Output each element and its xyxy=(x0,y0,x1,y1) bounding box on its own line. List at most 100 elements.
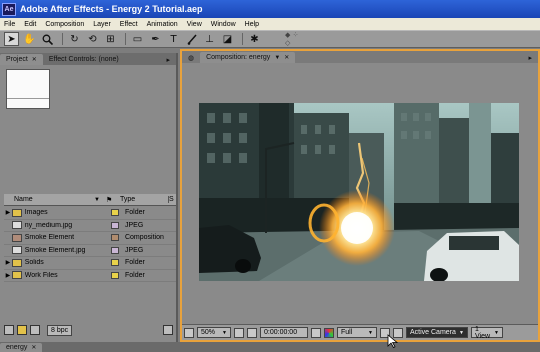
column-size-stub[interactable]: S xyxy=(168,196,176,203)
view-layout-dropdown[interactable]: 1 View ▼ xyxy=(471,326,503,340)
trash-icon[interactable] xyxy=(163,325,173,335)
column-name[interactable]: Name xyxy=(14,196,94,203)
camera-orbit-tool-icon[interactable]: ⟲ xyxy=(85,32,100,46)
label-color-swatch[interactable] xyxy=(111,259,119,267)
project-item-name: Work Files xyxy=(24,271,58,279)
eraser-tool-icon[interactable]: ◪ xyxy=(220,32,235,46)
workspace-grip-icon[interactable]: ◆ ⁘ ◇ xyxy=(285,31,300,47)
type-tool-icon[interactable]: T xyxy=(166,32,181,46)
clone-stamp-tool-icon[interactable]: ⊥ xyxy=(202,32,217,46)
project-item-row[interactable]: ▶ Work Files Folder xyxy=(4,270,176,282)
project-item-row[interactable]: ▶ Solids Folder xyxy=(4,257,176,270)
comp-dropdown-icon[interactable]: ▼ xyxy=(274,55,280,61)
column-type[interactable]: Type xyxy=(120,196,168,203)
sort-chevron-icon[interactable]: ▼ xyxy=(94,197,106,203)
close-icon[interactable]: ✕ xyxy=(31,344,36,351)
tab-project[interactable]: Project ✕ xyxy=(0,54,43,65)
comp-lock-icon[interactable]: ◍ xyxy=(182,52,200,63)
color-depth-button[interactable]: 8 bpc xyxy=(47,324,73,336)
rectangle-mask-tool-icon[interactable]: ▭ xyxy=(130,32,145,46)
brush-tool-icon[interactable] xyxy=(184,32,199,46)
label-color-swatch[interactable] xyxy=(111,234,119,242)
rotate-tool-icon[interactable]: ↻ xyxy=(67,32,82,46)
new-folder-icon[interactable] xyxy=(17,325,27,335)
show-channel-icon[interactable] xyxy=(324,327,334,338)
expand-triangle-icon[interactable]: ▶ xyxy=(4,209,12,216)
chevron-down-icon: ▼ xyxy=(494,329,499,336)
tab-effect-controls[interactable]: Effect Controls: (none) xyxy=(43,54,125,65)
label-column-icon[interactable]: ⚑ xyxy=(106,196,120,204)
magnification-dropdown[interactable]: 50% ▼ xyxy=(197,327,231,338)
label-color-swatch[interactable] xyxy=(111,246,119,254)
zoom-tool-icon[interactable] xyxy=(40,32,55,46)
selection-tool-icon[interactable]: ➤ xyxy=(4,32,19,46)
menu-edit[interactable]: Edit xyxy=(24,21,36,28)
timeline-tab-bar: energy ✕ xyxy=(0,342,540,352)
tab-timeline-label: energy xyxy=(6,344,28,351)
project-column-header: Name ▼ ⚑ Type S xyxy=(4,194,176,206)
project-item-row[interactable]: ny_medium.jpg JPEG xyxy=(4,220,176,232)
project-item-name: Images xyxy=(24,209,48,217)
project-tab-bar: Project ✕ Effect Controls: (none) ▸ xyxy=(0,53,176,65)
resolution-value: Full xyxy=(341,329,353,336)
hand-tool-icon[interactable]: ✋ xyxy=(22,32,37,46)
menu-view[interactable]: View xyxy=(187,21,202,28)
label-color-swatch[interactable] xyxy=(111,221,119,229)
tools-panel: ➤ ✋ ↻ ⟲ ⊞ ▭ ✒ T ⊥ ◪ ✱ ◆ ⁘ ◇ xyxy=(0,30,540,48)
mask-visibility-icon[interactable] xyxy=(247,327,257,338)
project-item-row[interactable]: Smoke Element.jpg JPEG xyxy=(4,245,176,257)
comp-tab-bar: ◍ Composition: energy ▼ ✕ ▸ xyxy=(182,51,538,63)
project-item-type: JPEG xyxy=(124,221,144,229)
new-composition-icon[interactable] xyxy=(30,325,40,335)
composition-icon xyxy=(11,233,22,242)
safe-zones-icon[interactable] xyxy=(234,327,244,338)
menu-animation[interactable]: Animation xyxy=(147,21,178,28)
tool-separator xyxy=(125,33,126,45)
snapshot-icon[interactable] xyxy=(311,327,321,338)
panel-menu-icon[interactable]: ▸ xyxy=(160,54,176,65)
current-time-display[interactable]: 0:00:00:00 xyxy=(260,327,308,338)
interpret-footage-icon[interactable] xyxy=(4,325,14,335)
window-title: Adobe After Effects - Energy 2 Tutorial.… xyxy=(20,4,203,14)
project-footer: 8 bpc xyxy=(4,323,176,337)
pan-behind-tool-icon[interactable]: ⊞ xyxy=(103,32,118,46)
close-icon[interactable]: ✕ xyxy=(284,54,289,61)
3d-view-value: Active Camera xyxy=(410,329,456,336)
3d-view-dropdown[interactable]: Active Camera ▼ xyxy=(406,327,468,338)
project-item-name: Smoke Element.jpg xyxy=(24,246,86,254)
tool-separator xyxy=(62,33,63,45)
folder-icon xyxy=(11,258,22,267)
always-preview-icon[interactable] xyxy=(184,327,194,338)
menu-bar: File Edit Composition Layer Effect Anima… xyxy=(0,18,540,30)
expand-triangle-icon[interactable]: ▶ xyxy=(4,272,12,279)
menu-file[interactable]: File xyxy=(4,21,15,28)
project-item-row[interactable]: ▶ Images Folder xyxy=(4,207,176,220)
menu-composition[interactable]: Composition xyxy=(45,21,84,28)
panel-menu-icon[interactable]: ▸ xyxy=(522,52,538,63)
tab-timeline-energy[interactable]: energy ✕ xyxy=(0,343,43,352)
close-icon[interactable]: ✕ xyxy=(32,56,37,63)
chevron-down-icon: ▼ xyxy=(368,329,373,336)
project-item-row[interactable]: Smoke Element Composition xyxy=(4,232,176,245)
menu-window[interactable]: Window xyxy=(211,21,236,28)
resolution-dropdown[interactable]: Full ▼ xyxy=(337,327,377,338)
chevron-down-icon: ▼ xyxy=(222,329,227,336)
menu-effect[interactable]: Effect xyxy=(120,21,138,28)
project-panel: Project ✕ Effect Controls: (none) ▸ Name… xyxy=(0,53,178,342)
label-color-swatch[interactable] xyxy=(111,271,119,279)
puppet-pin-tool-icon[interactable]: ✱ xyxy=(247,32,262,46)
menu-layer[interactable]: Layer xyxy=(93,21,111,28)
footage-file-icon xyxy=(11,246,22,255)
pen-tool-icon[interactable]: ✒ xyxy=(148,32,163,46)
project-item-type: Composition xyxy=(124,234,164,242)
expand-triangle-icon[interactable]: ▶ xyxy=(4,259,12,266)
composition-panel: ◍ Composition: energy ▼ ✕ ▸ 50% ▼ 0:00:0… xyxy=(180,49,540,342)
folder-icon xyxy=(11,271,22,280)
tab-composition[interactable]: Composition: energy ▼ ✕ xyxy=(200,52,296,63)
title-bar: Ae Adobe After Effects - Energy 2 Tutori… xyxy=(0,0,540,18)
project-item-list: ▶ Images Folder ny_medium.jpg JPEG Smoke Elem… xyxy=(4,207,176,282)
composition-viewer[interactable] xyxy=(199,103,519,281)
menu-help[interactable]: Help xyxy=(245,21,259,28)
folder-icon xyxy=(11,208,22,217)
label-color-swatch[interactable] xyxy=(111,209,119,217)
